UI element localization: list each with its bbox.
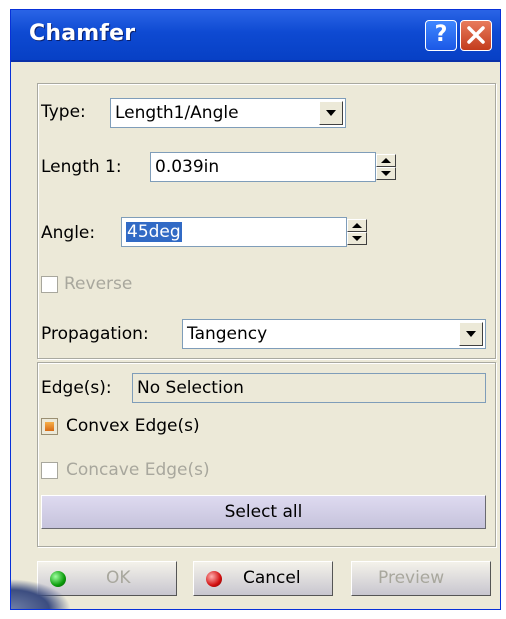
- convex-edges-label: Convex Edge(s): [66, 416, 200, 436]
- length1-spinner[interactable]: [376, 153, 396, 181]
- help-icon: ?: [434, 22, 448, 47]
- type-dropdown-arrow-icon[interactable]: [319, 101, 343, 125]
- spin-down-icon[interactable]: [376, 167, 396, 180]
- concave-edges-checkbox[interactable]: [41, 462, 58, 479]
- propagation-dropdown-arrow-icon[interactable]: [459, 322, 483, 346]
- type-value: Length1/Angle: [115, 103, 239, 123]
- length1-value: 0.039in: [155, 157, 220, 177]
- type-select[interactable]: Length1/Angle: [110, 98, 346, 128]
- propagation-select[interactable]: Tangency: [182, 319, 486, 349]
- red-dot-icon: [206, 571, 222, 587]
- background-decoration: [11, 579, 71, 609]
- spin-down-icon[interactable]: [347, 232, 367, 245]
- title-bar[interactable]: Chamfer ?: [11, 10, 500, 62]
- spin-up-icon[interactable]: [376, 154, 396, 167]
- select-all-button[interactable]: Select all: [41, 495, 486, 529]
- angle-value: 45deg: [126, 222, 182, 242]
- cancel-button[interactable]: Cancel: [193, 561, 333, 596]
- length1-input[interactable]: 0.039in: [150, 152, 376, 182]
- edges-value: No Selection: [137, 378, 244, 398]
- concave-edges-label: Concave Edge(s): [66, 460, 210, 480]
- length1-label: Length 1:: [41, 157, 122, 177]
- dialog-title: Chamfer: [29, 21, 136, 46]
- help-button[interactable]: ?: [425, 20, 457, 51]
- preview-label: Preview: [378, 568, 445, 588]
- propagation-value: Tangency: [187, 324, 268, 344]
- close-icon: [467, 26, 485, 44]
- select-all-label: Select all: [224, 502, 303, 522]
- reverse-checkbox[interactable]: [41, 276, 58, 293]
- convex-edges-checkbox[interactable]: [41, 418, 58, 435]
- ok-label: OK: [106, 568, 131, 588]
- type-label: Type:: [41, 102, 86, 122]
- preview-button[interactable]: Preview: [351, 561, 491, 596]
- angle-spinner[interactable]: [347, 218, 367, 246]
- propagation-label: Propagation:: [41, 324, 149, 344]
- angle-label: Angle:: [41, 223, 96, 243]
- reverse-label: Reverse: [64, 274, 133, 294]
- close-button[interactable]: [460, 20, 492, 51]
- chamfer-dialog: Chamfer ? Type: Length1/Angle Length 1: …: [10, 9, 501, 610]
- cancel-label: Cancel: [243, 568, 301, 588]
- spin-up-icon[interactable]: [347, 219, 367, 232]
- edges-label: Edge(s):: [41, 378, 112, 398]
- angle-input[interactable]: 45deg: [121, 217, 347, 247]
- edges-selection-field[interactable]: No Selection: [132, 373, 486, 403]
